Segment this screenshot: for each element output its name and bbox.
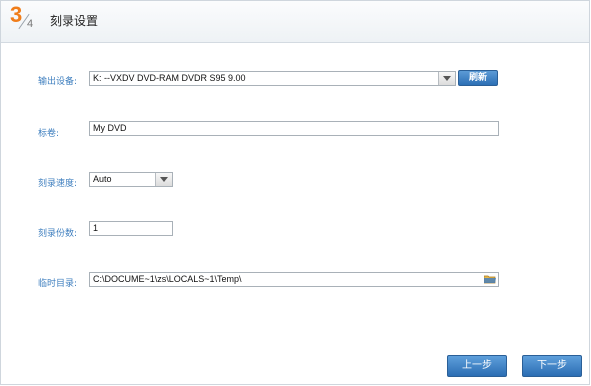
- burn-speed-label: 刻录速度:: [38, 179, 78, 189]
- chevron-down-icon[interactable]: [438, 72, 455, 85]
- dialog-window: [0, 0, 590, 385]
- output-device-select[interactable]: K: --VXDV DVD-RAM DVDR S95 9.00: [89, 71, 456, 86]
- copies-label: 刻录份数:: [38, 229, 78, 239]
- output-device-label: 输出设备:: [38, 77, 78, 87]
- output-device-value: K: --VXDV DVD-RAM DVDR S95 9.00: [93, 73, 246, 83]
- wizard-header: 3 4 刻录设置: [1, 1, 589, 43]
- copies-input[interactable]: 1: [89, 221, 173, 236]
- folder-icon[interactable]: [484, 275, 496, 284]
- chevron-down-icon[interactable]: [155, 173, 172, 186]
- volume-label-label: 标卷:: [38, 129, 60, 139]
- temp-dir-value: C:\DOCUME~1\zs\LOCALS~1\Temp\: [93, 274, 242, 284]
- burn-speed-value: Auto: [93, 174, 112, 184]
- temp-dir-label: 临时目录:: [38, 279, 78, 289]
- step-total: 4: [27, 18, 34, 30]
- prev-button[interactable]: 上一步: [447, 355, 507, 377]
- temp-dir-input[interactable]: C:\DOCUME~1\zs\LOCALS~1\Temp\: [89, 272, 499, 287]
- burn-speed-select[interactable]: Auto: [89, 172, 173, 187]
- volume-label-input[interactable]: My DVD: [89, 121, 499, 136]
- next-button[interactable]: 下一步: [522, 355, 582, 377]
- page-title: 刻录设置: [50, 14, 99, 28]
- refresh-button[interactable]: 刷新: [458, 70, 498, 86]
